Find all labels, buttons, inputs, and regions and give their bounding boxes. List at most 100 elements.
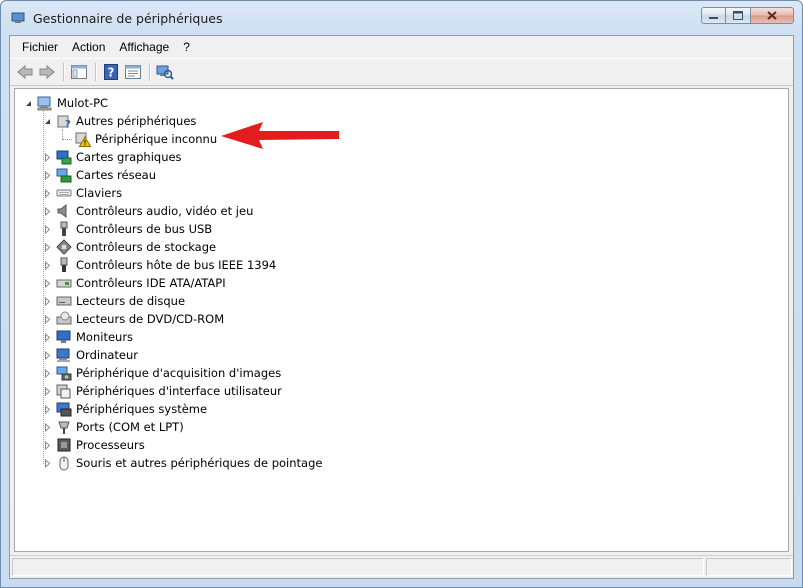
menu-affichage[interactable]: Affichage [112, 38, 176, 56]
toolbar-separator [63, 63, 65, 81]
tree-item-label: Autres périphériques [76, 114, 197, 128]
tree-item-unknown-device[interactable]: Périphérique inconnu [75, 130, 217, 148]
expand-arrow-icon[interactable] [42, 346, 52, 364]
expand-arrow-icon[interactable] [42, 238, 52, 256]
processor-icon [56, 437, 72, 453]
tree-item-label: Ports (COM et LPT) [76, 420, 184, 434]
tree-item-label: Contrôleurs IDE ATA/ATAPI [76, 276, 226, 290]
tree-item-category[interactable]: Processeurs [42, 436, 145, 454]
tree-item-category[interactable]: Contrôleurs de stockage [42, 238, 216, 256]
device-manager-window: Gestionnaire de périphériques Fichier Ac… [0, 0, 803, 588]
tree-root-mulot-pc[interactable]: Mulot-PC [23, 94, 108, 112]
collapse-arrow-icon[interactable] [23, 94, 33, 112]
tree-item-category[interactable]: Contrôleurs IDE ATA/ATAPI [42, 274, 226, 292]
tree-item-category[interactable]: Moniteurs [42, 328, 133, 346]
expand-arrow-icon[interactable] [42, 436, 52, 454]
maximize-icon [733, 11, 743, 20]
expand-arrow-icon[interactable] [42, 274, 52, 292]
tree-item-category[interactable]: Lecteurs de DVD/CD-ROM [42, 310, 224, 328]
tree-item-label: Contrôleurs audio, vidéo et jeu [76, 204, 254, 218]
tree-item-category[interactable]: Claviers [42, 184, 122, 202]
tree-item-other-devices[interactable]: ? Autres périphériques [42, 112, 196, 130]
menu-help[interactable]: ? [176, 38, 197, 56]
forward-button[interactable] [37, 62, 57, 82]
tree-item-label: Contrôleurs hôte de bus IEEE 1394 [76, 258, 277, 272]
storage-icon [56, 239, 72, 255]
hid-icon [56, 383, 72, 399]
expand-arrow-icon[interactable] [42, 166, 52, 184]
tree-item-category[interactable]: Souris et autres périphériques de pointa… [42, 454, 322, 472]
tree-item-label: Contrôleurs de bus USB [76, 222, 213, 236]
minimize-button[interactable] [701, 7, 726, 24]
tree-item-category[interactable]: Contrôleurs de bus USB [42, 220, 212, 238]
tree-item-category[interactable]: Périphérique d'acquisition d'images [42, 364, 281, 382]
tree-item-label: Contrôleurs de stockage [76, 240, 217, 254]
toolbar-separator [95, 63, 97, 81]
ide-icon [56, 275, 72, 291]
tree-item-label: Périphériques d'interface utilisateur [76, 384, 282, 398]
tree-item-category[interactable]: Périphériques système [42, 400, 207, 418]
forward-icon [39, 64, 55, 80]
tree-item-category[interactable]: Cartes réseau [42, 166, 156, 184]
help-icon: ? [104, 64, 118, 80]
tree-item-category[interactable]: Contrôleurs audio, vidéo et jeu [42, 202, 253, 220]
properties-icon [125, 65, 141, 79]
window-title: Gestionnaire de périphériques [33, 11, 223, 26]
tree-item-category[interactable]: Lecteurs de disque [42, 292, 185, 310]
minimize-icon [709, 16, 718, 19]
expand-arrow-icon[interactable] [42, 220, 52, 238]
monitor-icon [56, 329, 72, 345]
tree-item-label: Cartes graphiques [76, 150, 182, 164]
device-tree-pane[interactable]: Mulot-PC ? Autres périphériques Périphér… [14, 88, 789, 552]
menu-action[interactable]: Action [65, 38, 112, 56]
tree-item-category[interactable]: Contrôleurs hôte de bus IEEE 1394 [42, 256, 276, 274]
collapse-arrow-icon[interactable] [42, 112, 52, 130]
tree-item-category[interactable]: Ports (COM et LPT) [42, 418, 184, 436]
tree-item-label: Souris et autres périphériques de pointa… [76, 456, 323, 470]
expand-arrow-icon[interactable] [42, 364, 52, 382]
expand-arrow-icon[interactable] [42, 202, 52, 220]
tree-item-label: Cartes réseau [76, 168, 156, 182]
expand-arrow-icon[interactable] [42, 454, 52, 472]
svg-text:?: ? [65, 119, 71, 129]
title-bar[interactable]: Gestionnaire de périphériques [1, 1, 802, 35]
expand-arrow-icon[interactable] [42, 418, 52, 436]
status-cell [12, 558, 704, 576]
device-manager-app-icon [11, 12, 25, 23]
console-tree-button[interactable] [69, 62, 89, 82]
tree-item-label: Claviers [76, 186, 123, 200]
expand-arrow-icon[interactable] [42, 184, 52, 202]
tree-item-category[interactable]: Périphériques d'interface utilisateur [42, 382, 282, 400]
expand-arrow-icon[interactable] [42, 310, 52, 328]
help-button[interactable]: ? [101, 62, 121, 82]
console-tree-icon [71, 65, 87, 79]
expand-arrow-icon[interactable] [42, 292, 52, 310]
close-button[interactable] [751, 7, 794, 24]
expand-arrow-icon[interactable] [42, 382, 52, 400]
menu-fichier[interactable]: Fichier [15, 38, 65, 56]
scan-hardware-button[interactable] [155, 62, 175, 82]
computer-icon [56, 347, 72, 363]
expand-arrow-icon[interactable] [42, 256, 52, 274]
tree-item-label: Lecteurs de disque [76, 294, 186, 308]
properties-button[interactable] [123, 62, 143, 82]
red-annotation-arrow [221, 122, 339, 149]
maximize-button[interactable] [726, 7, 751, 24]
tree-item-category[interactable]: Cartes graphiques [42, 148, 182, 166]
tree-item-category[interactable]: Ordinateur [42, 346, 138, 364]
expand-arrow-icon[interactable] [42, 328, 52, 346]
network-adapter-icon [56, 167, 72, 183]
status-cell [706, 558, 792, 576]
mouse-icon [56, 455, 72, 471]
svg-text:?: ? [108, 66, 115, 80]
back-button[interactable] [15, 62, 35, 82]
unknown-device-icon: ? [56, 113, 72, 129]
tree-item-label: Processeurs [76, 438, 145, 452]
scan-hardware-icon [156, 65, 174, 80]
warning-device-icon [75, 131, 91, 147]
expand-arrow-icon[interactable] [42, 148, 52, 166]
expand-arrow-icon[interactable] [42, 400, 52, 418]
status-bar [10, 555, 793, 578]
tree-item-label: Périphérique inconnu [95, 132, 218, 146]
close-icon [767, 11, 777, 20]
